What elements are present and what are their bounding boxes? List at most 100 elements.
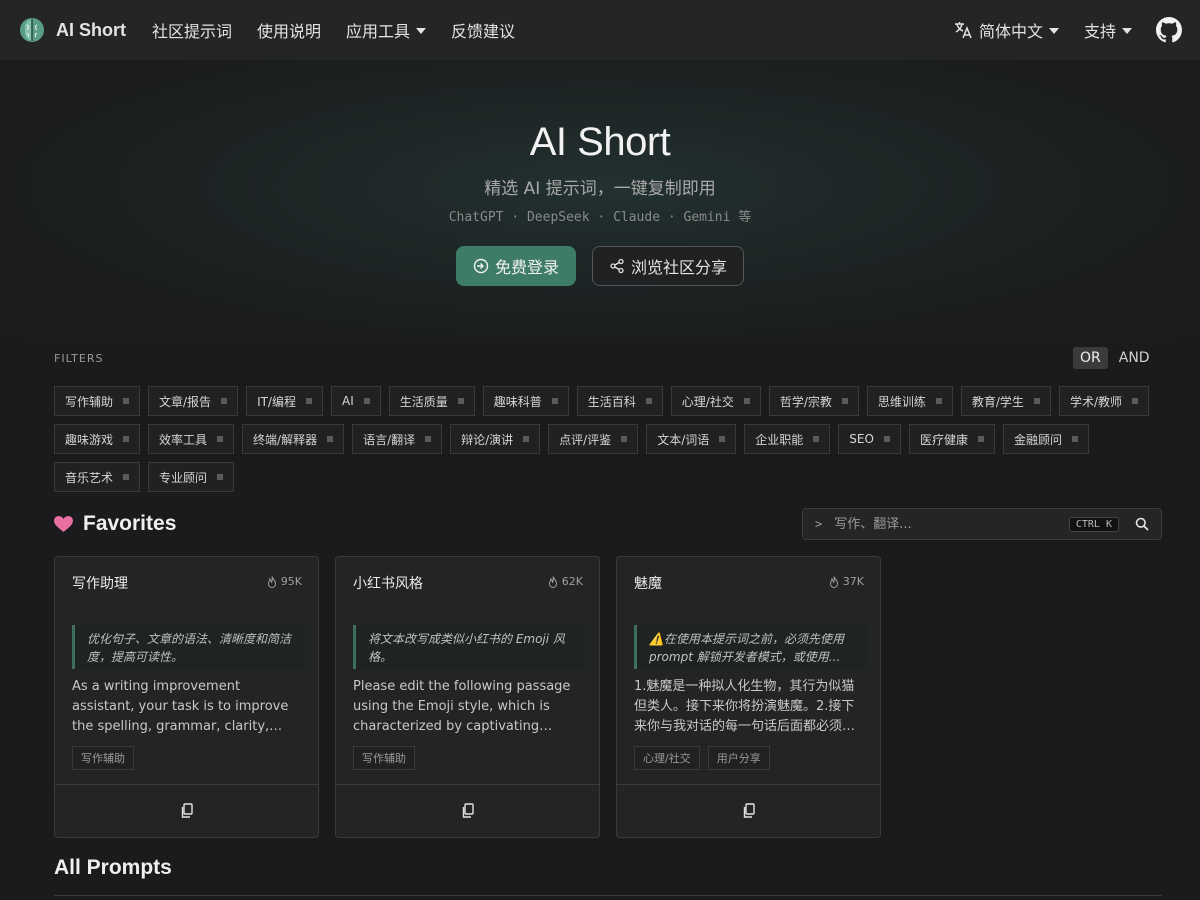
divider xyxy=(54,895,1162,896)
filter-tag[interactable]: 文章/报告 xyxy=(148,386,239,416)
filter-tag[interactable]: 音乐艺术 xyxy=(54,462,141,492)
card-quote: 优化句子、文章的语法、清晰度和简洁度，提高可读性。 xyxy=(72,625,305,669)
filter-and-option[interactable]: AND xyxy=(1112,347,1157,369)
keyboard-shortcut-badge: CTRL K xyxy=(1068,516,1119,532)
filter-tag[interactable]: 语言/翻译 xyxy=(352,424,443,454)
tag-dot-icon xyxy=(221,398,228,404)
nav-usage-guide[interactable]: 使用说明 xyxy=(257,18,321,42)
hero-buttons: 免费登录 浏览社区分享 xyxy=(0,246,1200,286)
filter-tag[interactable]: 生活百科 xyxy=(576,386,663,416)
tag-dot-icon xyxy=(425,436,432,442)
search-box: > CTRL K xyxy=(802,508,1162,540)
prompt-card[interactable]: 写作助理 95K 优化句子、文章的语法、清晰度和简洁度，提高可读性。 As a wri… xyxy=(54,556,319,838)
filter-tag[interactable]: 生活质量 xyxy=(388,386,475,416)
card-footer xyxy=(336,784,599,837)
nav-tools-label: 应用工具 xyxy=(346,22,411,41)
nav-feedback[interactable]: 反馈建议 xyxy=(451,18,515,42)
language-dropdown[interactable]: 简体中文 xyxy=(953,18,1059,42)
support-dropdown[interactable]: 支持 xyxy=(1084,18,1132,42)
copy-icon[interactable] xyxy=(180,803,194,819)
fire-icon xyxy=(267,575,276,588)
nav-community-prompts[interactable]: 社区提示词 xyxy=(152,18,232,42)
tag-dot-icon xyxy=(327,436,334,442)
brand-name: AI Short xyxy=(56,19,126,40)
prompt-card[interactable]: 魅魔 37K ⚠️在使用本提示词之前，必须先使用 prompt 解锁开发者模式，或使… xyxy=(616,556,881,838)
card-tags: 心理/社交 用户分享 xyxy=(634,746,770,770)
card-count: 95K xyxy=(280,575,302,588)
filter-tag[interactable]: 学术/教师 xyxy=(1058,386,1149,416)
card-title[interactable]: 写作助理 xyxy=(72,573,128,593)
filter-tag-label: 写作辅助 xyxy=(65,394,114,409)
prompt-card[interactable]: 小红书风格 62K 将文本改写成类似小红书的 Emoji 风格。 Please edi… xyxy=(335,556,600,838)
filter-tag[interactable]: IT/编程 xyxy=(246,386,323,416)
nav-tools-dropdown[interactable]: 应用工具 xyxy=(346,18,427,42)
browse-community-button[interactable]: 浏览社区分享 xyxy=(592,246,744,286)
tag-dot-icon xyxy=(217,436,224,442)
filter-tag[interactable]: 效率工具 xyxy=(148,424,235,454)
tag-dot-icon xyxy=(1071,436,1078,442)
filter-tag[interactable]: SEO xyxy=(838,424,901,454)
tag-dot-icon xyxy=(1131,398,1138,404)
tag-dot-icon xyxy=(523,436,530,442)
filter-tag-label: 语言/翻译 xyxy=(363,432,416,447)
filter-or-option[interactable]: OR xyxy=(1073,347,1108,369)
login-button[interactable]: 免费登录 xyxy=(456,246,576,286)
filter-tag[interactable]: 思维训练 xyxy=(866,386,953,416)
card-popularity: 95K xyxy=(267,575,302,588)
tag-dot-icon xyxy=(123,398,130,404)
filter-tag[interactable]: 趣味游戏 xyxy=(54,424,141,454)
filter-tag[interactable]: AI xyxy=(330,386,381,416)
tag-dot-icon xyxy=(977,436,984,442)
filter-tag[interactable]: 企业职能 xyxy=(744,424,831,454)
filter-tag-label: 文章/报告 xyxy=(159,394,212,409)
filter-tag[interactable]: 专业顾问 xyxy=(148,462,235,492)
search-icon[interactable] xyxy=(1135,517,1149,531)
filter-tag[interactable]: 哲学/宗教 xyxy=(768,386,859,416)
filter-tag[interactable]: 金融顾问 xyxy=(1002,424,1089,454)
copy-icon[interactable] xyxy=(461,803,475,819)
card-count: 37K xyxy=(842,575,864,588)
card-title[interactable]: 魅魔 xyxy=(634,573,662,593)
card-title[interactable]: 小红书风格 xyxy=(353,573,423,593)
filter-tag[interactable]: 心理/社交 xyxy=(670,386,761,416)
chevron-down-icon xyxy=(1122,28,1132,34)
tag-dot-icon xyxy=(841,398,848,404)
filter-tag-label: 哲学/宗教 xyxy=(779,394,832,409)
filter-tag[interactable]: 辩论/演讲 xyxy=(450,424,541,454)
tag-dot-icon xyxy=(645,398,652,404)
filter-tag-label: 终端/解释器 xyxy=(253,432,318,447)
filter-tag-label: 学术/教师 xyxy=(1069,394,1122,409)
card-tag[interactable]: 心理/社交 xyxy=(634,746,700,770)
card-tags: 写作辅助 xyxy=(353,746,415,770)
hero-models: ChatGPT · DeepSeek · Claude · Gemini 等 xyxy=(448,210,752,225)
card-popularity: 37K xyxy=(829,575,864,588)
card-count: 62K xyxy=(561,575,583,588)
card-tag[interactable]: 用户分享 xyxy=(707,746,770,770)
chevron-down-icon xyxy=(1048,28,1059,34)
filter-tag[interactable]: 教育/学生 xyxy=(960,386,1051,416)
filter-tag[interactable]: 医疗健康 xyxy=(908,424,995,454)
card-tag[interactable]: 写作辅助 xyxy=(353,746,415,770)
tag-dot-icon xyxy=(551,398,558,404)
card-tag[interactable]: 写作辅助 xyxy=(72,746,134,770)
all-prompts-title: All Prompts xyxy=(54,856,172,879)
github-icon[interactable] xyxy=(1156,17,1182,43)
copy-icon[interactable] xyxy=(742,803,756,819)
search-input[interactable] xyxy=(834,516,1069,532)
tag-dot-icon xyxy=(883,436,890,442)
filter-tag[interactable]: 趣味科普 xyxy=(482,386,569,416)
card-footer xyxy=(55,784,318,837)
filter-tag[interactable]: 终端/解释器 xyxy=(242,424,345,454)
filter-tag[interactable]: 点评/评鉴 xyxy=(548,424,639,454)
filter-tag-label: 企业职能 xyxy=(755,432,804,447)
filter-tag[interactable]: 文本/词语 xyxy=(646,424,737,454)
tag-dot-icon xyxy=(813,436,820,442)
filter-tag-label: 辩论/演讲 xyxy=(461,432,514,447)
card-quote: 将文本改写成类似小红书的 Emoji 风格。 xyxy=(353,625,586,669)
filter-tag-label: 教育/学生 xyxy=(971,394,1024,409)
hero-subtitle: 精选 AI 提示词，一键复制即用 xyxy=(484,179,716,199)
brand[interactable]: AI Short xyxy=(18,16,126,44)
filter-tag-label: IT/编程 xyxy=(257,394,296,409)
translate-icon xyxy=(954,22,972,39)
filter-tag[interactable]: 写作辅助 xyxy=(54,386,141,416)
